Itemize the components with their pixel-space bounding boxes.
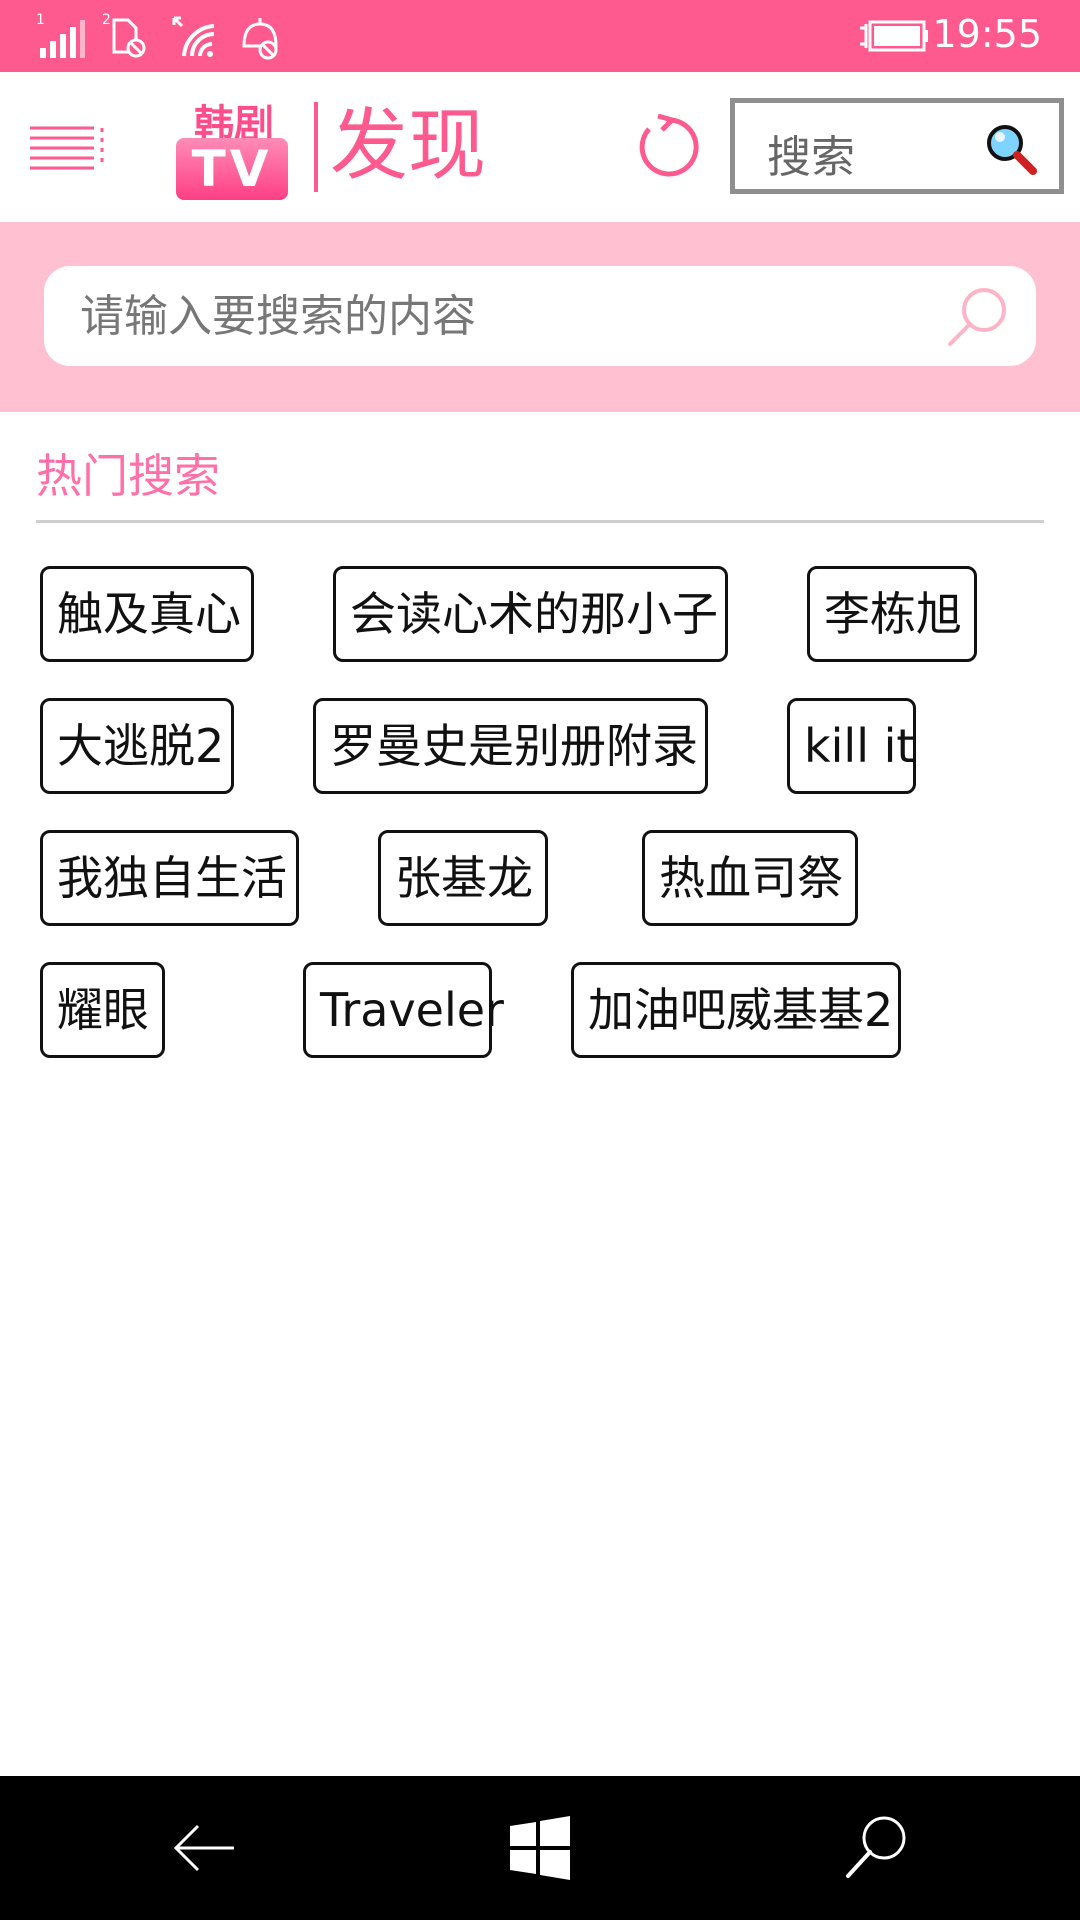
- hot-search-tag[interactable]: 大逃脱2: [40, 698, 234, 794]
- search-box[interactable]: [44, 266, 1036, 366]
- divider: [36, 520, 1044, 523]
- hot-search-tag[interactable]: 罗曼史是别册附录: [313, 698, 708, 794]
- magnifier-icon: [987, 125, 1037, 175]
- header-search-label: 搜索: [767, 132, 855, 183]
- hot-search-tag[interactable]: kill it: [787, 698, 916, 794]
- sim2-no-data-icon: 2: [102, 12, 146, 58]
- hot-search-tag[interactable]: 耀眼: [40, 962, 165, 1058]
- status-bar: 1 2 19:55: [0, 0, 1080, 72]
- hot-search-tag[interactable]: 我独自生活: [40, 830, 299, 926]
- wifi-icon: [172, 16, 215, 57]
- hot-search-tag[interactable]: 会读心术的那小子: [333, 566, 728, 662]
- header-divider: [314, 102, 318, 192]
- hot-search-title: 热门搜索: [36, 449, 220, 503]
- status-time: 19:55: [932, 12, 1042, 56]
- page-title: 发现: [330, 101, 487, 191]
- search-icon[interactable]: [946, 284, 1010, 348]
- system-nav-bar: [0, 1776, 1080, 1920]
- screen: 1 2 19:55 韩剧 TV 发现 搜索 请输入要搜索的内容 热门搜索 触及真…: [0, 0, 1080, 1920]
- battery-charging-icon: [860, 20, 928, 52]
- search-icon[interactable]: [840, 1812, 912, 1884]
- search-input[interactable]: [80, 286, 940, 346]
- back-arrow-icon[interactable]: [168, 1812, 240, 1884]
- logo-badge: TV: [176, 138, 288, 200]
- hot-search-tag[interactable]: Traveler: [303, 962, 504, 1058]
- hot-search-tag[interactable]: 张基龙: [378, 830, 548, 926]
- app-header: 韩剧 TV 发现 搜索: [0, 72, 1080, 222]
- quiet-hours-icon: [242, 18, 278, 60]
- svg-text:1: 1: [36, 12, 45, 28]
- hot-search-tag[interactable]: 触及真心: [40, 566, 254, 662]
- windows-logo-icon[interactable]: [504, 1812, 576, 1884]
- search-band: [0, 222, 1080, 412]
- hot-search-tag[interactable]: 热血司祭: [642, 830, 858, 926]
- hamburger-menu-icon[interactable]: [28, 124, 106, 176]
- refresh-icon[interactable]: [636, 114, 702, 180]
- app-logo: 韩剧 TV: [176, 92, 290, 204]
- hot-search-tag[interactable]: 加油吧威基基2: [571, 962, 901, 1058]
- hot-search-tag[interactable]: 李栋旭: [807, 566, 977, 662]
- svg-text:2: 2: [102, 12, 111, 28]
- header-search-button[interactable]: 搜索: [730, 98, 1064, 194]
- signal-sim1-icon: 1: [36, 12, 85, 58]
